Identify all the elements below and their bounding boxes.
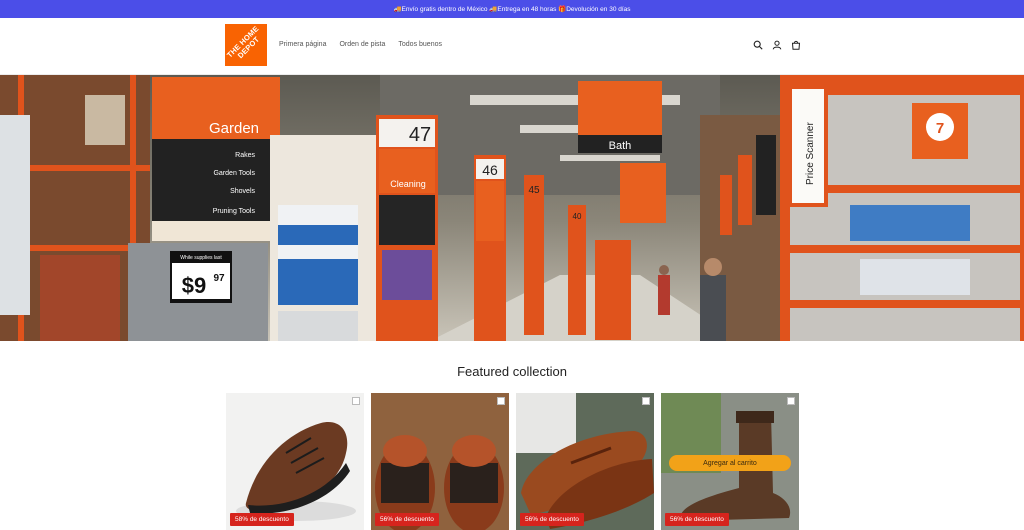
zoom-icon[interactable] — [787, 397, 795, 405]
nav-item-all-products[interactable]: Todos buenos — [398, 41, 442, 48]
product-image — [371, 393, 509, 530]
sign-garden-item-3: Pruning Tools — [213, 208, 256, 215]
add-to-cart-button[interactable]: Agregar al carrito — [669, 455, 791, 471]
product-image — [516, 393, 654, 530]
header-icons — [752, 39, 801, 50]
discount-badge: 56% de descuento — [520, 513, 584, 526]
announcement-bar: 🚚Envío gratis dentro de México 🚚Entrega … — [0, 0, 1024, 18]
home-depot-logo[interactable]: THE HOME DEPOT — [225, 24, 267, 66]
discount-badge: 58% de descuento — [230, 513, 294, 526]
sign-aisle-7: 7 — [936, 120, 944, 137]
product-card[interactable]: 58% de descuento — [226, 393, 364, 530]
main-nav: Primera página Orden de pista Todos buen… — [279, 41, 442, 48]
sign-price-cents: 97 — [213, 273, 225, 284]
site-header: THE HOME DEPOT Primera página Orden de p… — [0, 18, 1024, 75]
sign-garden-item-0: Rakes — [235, 152, 255, 159]
logo-text: THE HOME DEPOT — [225, 24, 262, 61]
sign-aisle-40: 40 — [573, 212, 582, 221]
nav-item-track-order[interactable]: Orden de pista — [339, 41, 385, 48]
sign-price-big: $9 — [182, 273, 206, 298]
sign-garden: Garden — [209, 120, 259, 137]
sign-aisle-45: 45 — [528, 185, 540, 196]
sign-garden-item-2: Shovels — [230, 188, 255, 195]
discount-badge: 56% de descuento — [375, 513, 439, 526]
product-card[interactable]: 56% de descuento — [516, 393, 654, 530]
cart-icon[interactable] — [790, 39, 801, 50]
product-card[interactable]: 56% de descuento — [371, 393, 509, 530]
sign-price-scanner: Price Scanner — [805, 122, 816, 185]
hero-banner: Garden Rakes Garden Tools Shovels Prunin… — [0, 75, 1024, 341]
product-image — [226, 393, 364, 530]
sign-bath: Bath — [609, 140, 632, 152]
nav-item-home[interactable]: Primera página — [279, 41, 326, 48]
sign-aisle-46: 46 — [482, 162, 498, 178]
zoom-icon[interactable] — [642, 397, 650, 405]
sign-aisle-47: 47 — [409, 124, 431, 146]
account-icon[interactable] — [771, 39, 782, 50]
zoom-icon[interactable] — [497, 397, 505, 405]
discount-badge: 56% de descuento — [665, 513, 729, 526]
sign-garden-item-1: Garden Tools — [213, 170, 255, 177]
zoom-icon[interactable] — [352, 397, 360, 405]
announcement-text: 🚚Envío gratis dentro de México 🚚Entrega … — [393, 6, 631, 13]
sign-cleaning: Cleaning — [390, 179, 426, 189]
store-aisle-illustration: Garden Rakes Garden Tools Shovels Prunin… — [0, 75, 1024, 341]
product-card[interactable]: Agregar al carrito 56% de descuento — [661, 393, 799, 530]
search-icon[interactable] — [752, 39, 763, 50]
featured-collection-title: Featured collection — [457, 364, 567, 379]
sign-price-caption: While supplies last — [180, 255, 222, 261]
